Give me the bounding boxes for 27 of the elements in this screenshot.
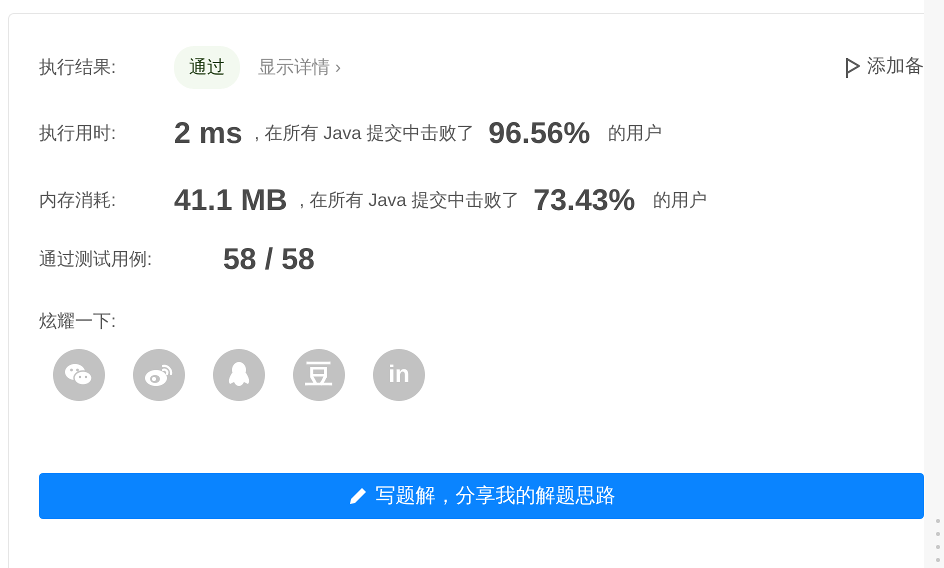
metric-value: 2 ms xyxy=(174,116,242,152)
metric-percent: 96.56% xyxy=(488,116,590,152)
add-note-button[interactable]: 添加备 xyxy=(845,53,924,82)
metric-suffix: 的用户 xyxy=(608,122,662,145)
metric-label: 执行用时: xyxy=(39,122,118,145)
metric-text: , 在所有 Java 提交中击败了 xyxy=(254,122,474,145)
penguin-icon xyxy=(226,361,252,389)
wechat-share-button[interactable] xyxy=(53,349,105,401)
flag-icon xyxy=(845,56,861,78)
metric-text: , 在所有 Java 提交中击败了 xyxy=(299,189,520,212)
metric-value: 41.1 MB xyxy=(174,183,288,219)
tests-label: 通过测试用例: xyxy=(39,248,154,271)
eye-signal-icon xyxy=(144,362,174,388)
tests-value: 58 / 58 xyxy=(223,242,315,278)
douban-share-button[interactable]: 豆 xyxy=(293,349,345,401)
details-link[interactable]: 显示详情 › xyxy=(258,54,341,81)
metric-label: 内存消耗: xyxy=(39,189,118,212)
metric-percent: 73.43% xyxy=(533,183,636,219)
weibo-share-button[interactable] xyxy=(133,349,185,401)
metric-suffix: 的用户 xyxy=(653,189,708,212)
share-label: 炫耀一下: xyxy=(39,310,118,333)
write-solution-button[interactable]: 写题解，分享我的解题思路 xyxy=(39,473,924,519)
linkedin-share-button[interactable]: in xyxy=(373,349,425,401)
status-badge: 通过 xyxy=(174,46,240,89)
qq-share-button[interactable] xyxy=(213,349,265,401)
pencil-icon xyxy=(348,486,368,506)
result-label: 执行结果: xyxy=(39,56,118,79)
